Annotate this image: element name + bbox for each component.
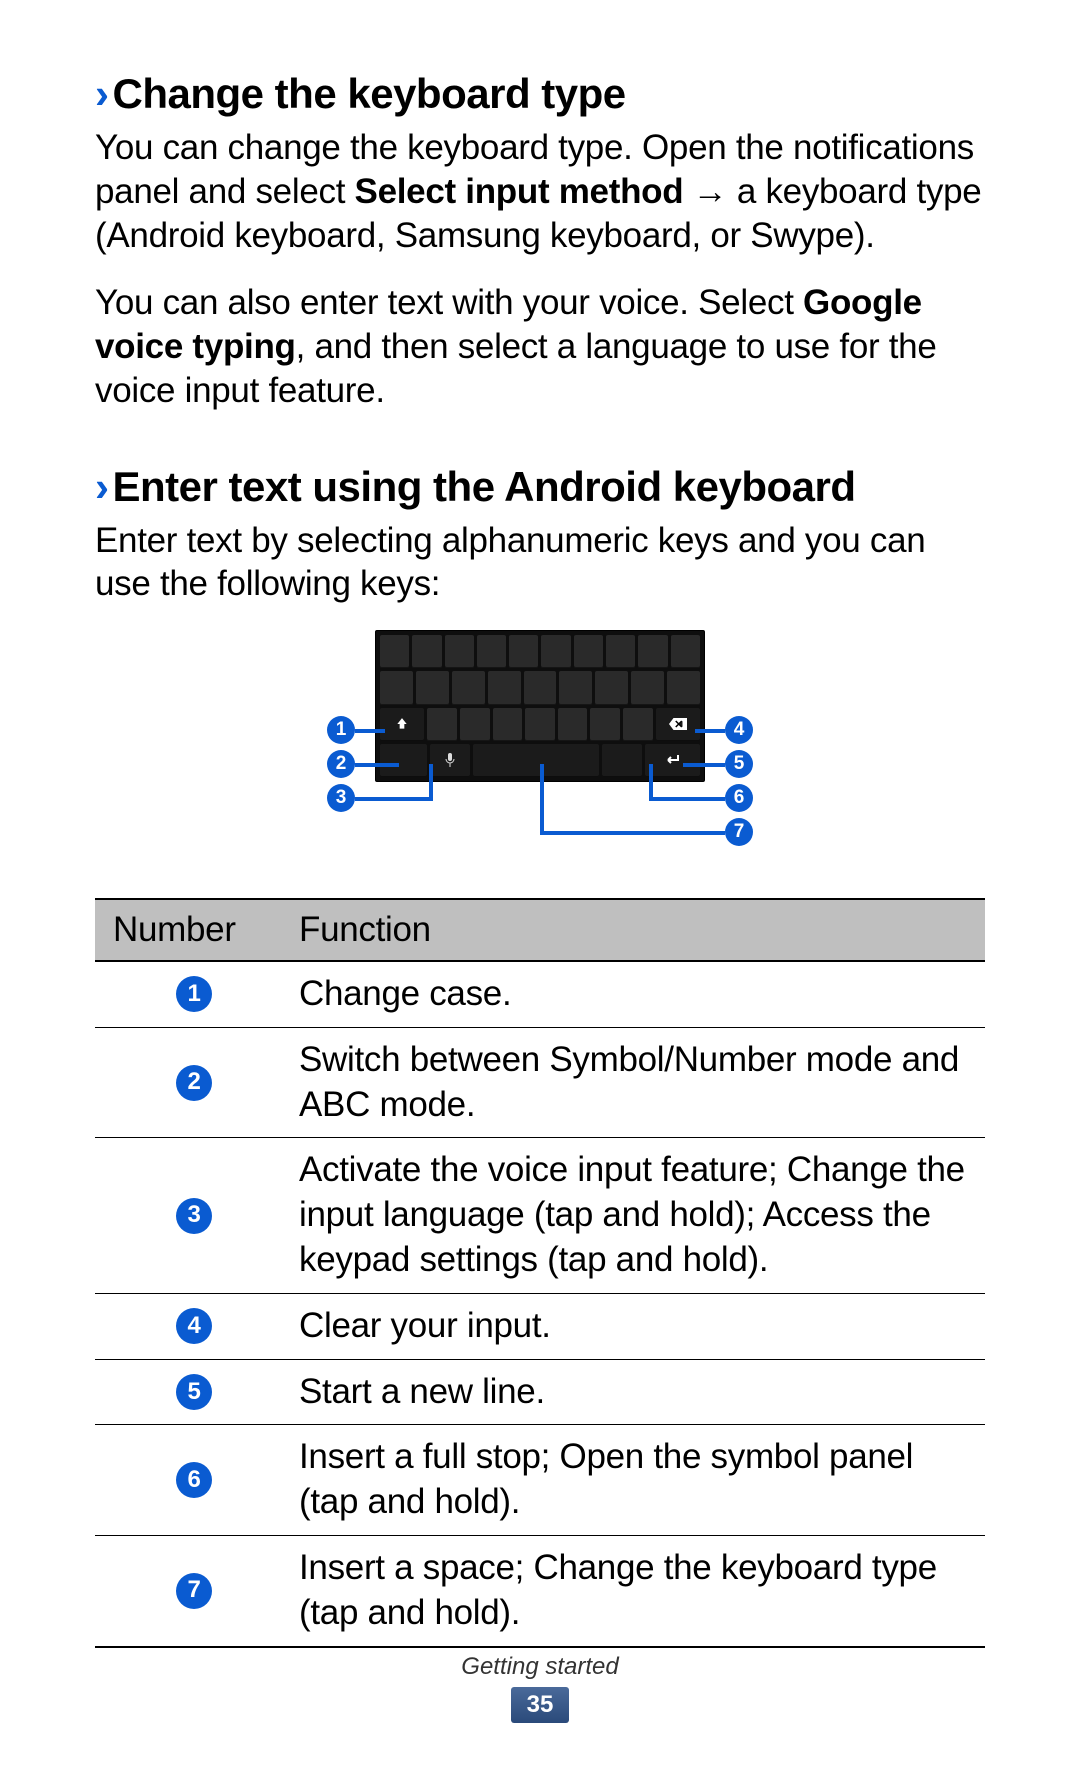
symbol-key-icon (380, 744, 427, 777)
chevron-icon: › (95, 463, 109, 510)
keyboard-diagram: 1 2 3 4 5 6 7 (95, 630, 985, 870)
td-function: Switch between Symbol/Number mode and AB… (285, 1028, 985, 1138)
td-function: Start a new line. (285, 1360, 985, 1425)
table-row: 3 Activate the voice input feature; Chan… (95, 1138, 985, 1293)
manual-page: ›Change the keyboard type You can change… (0, 0, 1080, 1771)
period-key-icon (602, 744, 641, 777)
td-number: 4 (95, 1294, 285, 1359)
heading-text: Change the keyboard type (113, 70, 626, 117)
heading-enter-text: ›Enter text using the Android keyboard (95, 463, 985, 511)
number-badge-icon: 2 (176, 1065, 212, 1101)
td-number: 5 (95, 1360, 285, 1425)
table-row: 2 Switch between Symbol/Number mode and … (95, 1028, 985, 1139)
para-change-2: You can also enter text with your voice.… (95, 281, 985, 412)
enter-key-icon (645, 744, 700, 777)
callout-badge-5: 5 (725, 750, 753, 778)
keyboard-image (375, 630, 705, 782)
text: You can also enter text with your voice.… (95, 283, 803, 322)
td-function: Activate the voice input feature; Change… (285, 1138, 985, 1292)
table-row: 6 Insert a full stop; Open the symbol pa… (95, 1425, 985, 1536)
callout-line (355, 797, 433, 801)
page-footer: Getting started 35 (0, 1653, 1080, 1723)
callout-badge-6: 6 (725, 784, 753, 812)
td-number: 1 (95, 962, 285, 1027)
space-key-icon (473, 744, 599, 777)
callout-line (649, 764, 653, 801)
page-number-badge: 35 (511, 1687, 570, 1723)
th-number: Number (95, 900, 285, 960)
callout-line (695, 729, 725, 733)
number-badge-icon: 4 (176, 1308, 212, 1344)
td-function: Clear your input. (285, 1294, 985, 1359)
number-badge-icon: 7 (176, 1573, 212, 1609)
th-function: Function (285, 900, 985, 960)
callout-line (540, 764, 544, 835)
number-badge-icon: 3 (176, 1198, 212, 1234)
table-row: 1 Change case. (95, 962, 985, 1028)
callout-line (355, 763, 399, 767)
td-function: Change case. (285, 962, 985, 1027)
callout-badge-2: 2 (327, 750, 355, 778)
shift-key-icon (380, 708, 424, 741)
backspace-key-icon (656, 708, 700, 741)
td-function: Insert a full stop; Open the symbol pane… (285, 1425, 985, 1535)
number-badge-icon: 5 (176, 1374, 212, 1410)
chevron-icon: › (95, 70, 109, 117)
bold-select-input: Select input method (355, 172, 684, 211)
table-row: 7 Insert a space; Change the keyboard ty… (95, 1536, 985, 1646)
callout-badge-4: 4 (725, 716, 753, 744)
td-function: Insert a space; Change the keyboard type… (285, 1536, 985, 1646)
table-header: Number Function (95, 900, 985, 962)
callout-line (540, 831, 725, 835)
td-number: 7 (95, 1536, 285, 1646)
td-number: 2 (95, 1028, 285, 1138)
heading-change-keyboard: ›Change the keyboard type (95, 70, 985, 118)
callout-badge-1: 1 (327, 716, 355, 744)
callout-line (355, 729, 385, 733)
heading-text: Enter text using the Android keyboard (113, 463, 856, 510)
callout-line (649, 797, 725, 801)
function-table: Number Function 1 Change case. 2 Switch … (95, 898, 985, 1648)
table-row: 4 Clear your input. (95, 1294, 985, 1360)
td-number: 6 (95, 1425, 285, 1535)
td-number: 3 (95, 1138, 285, 1292)
mic-key-icon (430, 744, 469, 777)
callout-badge-7: 7 (725, 818, 753, 846)
para-enter-1: Enter text by selecting alphanumeric key… (95, 519, 985, 607)
callout-line (683, 763, 725, 767)
para-change-1: You can change the keyboard type. Open t… (95, 126, 985, 257)
callout-line (429, 764, 433, 801)
callout-badge-3: 3 (327, 784, 355, 812)
table-row: 5 Start a new line. (95, 1360, 985, 1426)
number-badge-icon: 6 (176, 1462, 212, 1498)
footer-section-label: Getting started (0, 1653, 1080, 1681)
number-badge-icon: 1 (176, 976, 212, 1012)
